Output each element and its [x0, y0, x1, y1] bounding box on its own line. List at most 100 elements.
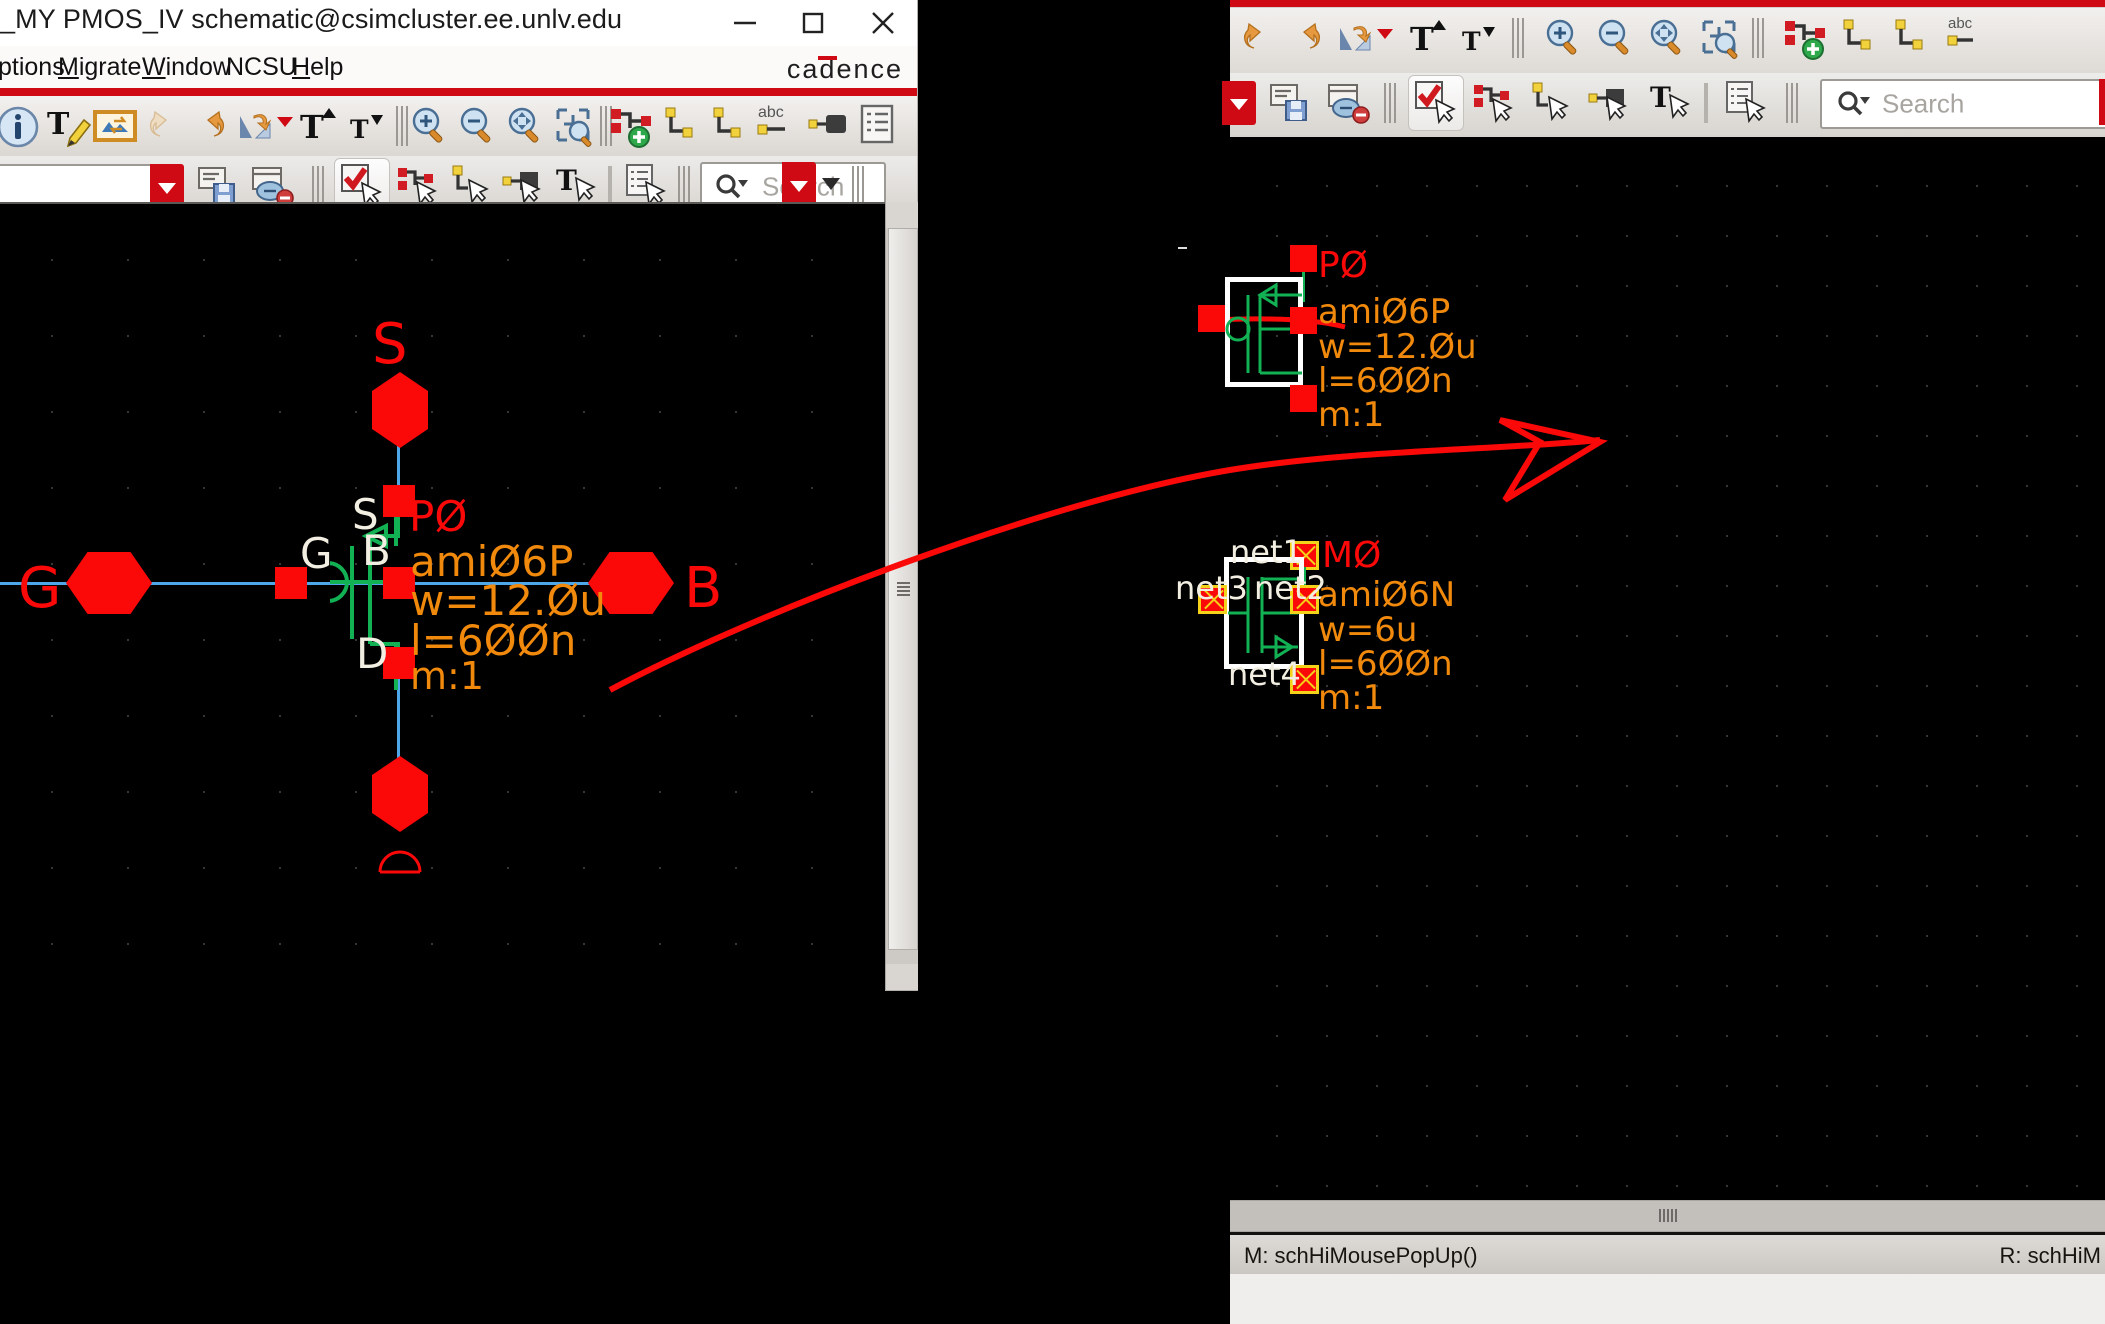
back-search-input[interactable]: Search: [1820, 79, 2105, 129]
back-nmos-net1-label[interactable]: net1: [1230, 533, 1303, 571]
hierarchy-add-icon[interactable]: [1782, 14, 1826, 60]
front-instance-label[interactable]: PØ: [409, 492, 467, 541]
front-multiplier-label[interactable]: m:1: [410, 654, 484, 698]
maximize-icon[interactable]: [778, 0, 847, 46]
terminal-label-B[interactable]: B: [684, 556, 722, 621]
back-nmos-net2-label[interactable]: net2: [1254, 569, 1327, 607]
rotate-dropdown-icon[interactable]: [1374, 22, 1396, 44]
back-pmos-multiplier-label[interactable]: m:1: [1318, 395, 1384, 435]
redo-icon[interactable]: [188, 104, 232, 148]
palette-icon[interactable]: [92, 104, 137, 148]
back-search-dropdown-icon[interactable]: [2099, 79, 2105, 125]
wire-icon[interactable]: [662, 104, 706, 148]
menu-ncsu[interactable]: NCSU: [226, 53, 297, 82]
pin-select-icon[interactable]: [1588, 79, 1632, 123]
zoom-in-icon[interactable]: [408, 104, 452, 148]
pmos-gate-pin[interactable]: [1198, 305, 1225, 332]
svg-text:T: T: [1650, 81, 1671, 114]
back-window: T T abc T Search PØ amiØ6P w=12.Øu l=6ØØ…: [1175, 0, 2105, 1324]
svg-text:T: T: [1462, 27, 1481, 56]
pin-label-drain[interactable]: D: [356, 629, 388, 678]
front-title-bar[interactable]: _MY PMOS_IV schematic@csimcluster.ee.unl…: [0, 0, 917, 46]
rotate-dropdown-icon[interactable]: [274, 110, 296, 132]
front-vertical-scrollbar[interactable]: [885, 202, 918, 990]
text-select-icon[interactable]: T: [554, 160, 598, 204]
discard-icon[interactable]: [1326, 79, 1370, 124]
hierarchy-select-icon[interactable]: [396, 162, 440, 207]
back-horizontal-scrollbar[interactable]: [1230, 1200, 2105, 1232]
combo-dropdown-icon[interactable]: [1222, 81, 1256, 125]
wire-select-icon[interactable]: [1530, 79, 1574, 123]
wire-select-icon[interactable]: [450, 162, 494, 206]
close-icon[interactable]: [848, 0, 917, 46]
abc-label-icon[interactable]: abc: [756, 100, 816, 144]
scroll-thumb[interactable]: [888, 228, 918, 950]
scroll-up-arrow[interactable]: [886, 202, 918, 228]
menu-options[interactable]: ptions: [0, 53, 65, 82]
terminal-label-G[interactable]: G: [18, 556, 61, 621]
undo-icon[interactable]: [142, 104, 186, 148]
front-menu-bar: ptions Migrate Window NCSU Help cadence: [0, 46, 917, 88]
pin-icon[interactable]: [808, 104, 852, 148]
check-select-icon[interactable]: [1412, 78, 1456, 125]
pin-label-bulk[interactable]: B: [362, 526, 391, 575]
zoom-area-icon[interactable]: [1698, 16, 1742, 60]
zoom-fit-icon[interactable]: [504, 104, 548, 148]
zoom-fit-icon[interactable]: [1646, 16, 1690, 60]
back-pmos-instance-label[interactable]: PØ: [1318, 245, 1368, 286]
hierarchy-select-icon[interactable]: [1472, 79, 1516, 124]
pin-select-icon[interactable]: [502, 162, 546, 206]
hierarchy-add-icon[interactable]: [608, 102, 652, 148]
discard-icon[interactable]: [250, 162, 294, 207]
zoom-out-icon[interactable]: [456, 104, 500, 148]
list-select-icon[interactable]: [1724, 79, 1768, 124]
zoom-in-icon[interactable]: [1542, 16, 1586, 60]
text-up-icon[interactable]: T: [1406, 12, 1450, 58]
back-nmos-instance-label[interactable]: MØ: [1322, 535, 1381, 576]
menu-help[interactable]: Help: [292, 53, 343, 82]
properties-icon[interactable]: [856, 102, 900, 146]
zoom-out-icon[interactable]: [1594, 16, 1638, 60]
menu-window[interactable]: Window: [142, 53, 231, 82]
back-status-bar: M: schHiMousePopUp() R: schHiM: [1230, 1232, 2105, 1277]
check-select-icon[interactable]: [338, 161, 382, 208]
text-select-icon[interactable]: T: [1648, 77, 1692, 121]
terminal-label-S[interactable]: S: [372, 312, 408, 377]
abc-label-icon[interactable]: abc: [1946, 12, 2016, 56]
text-up-icon[interactable]: T: [296, 100, 340, 146]
info-icon[interactable]: [0, 104, 39, 148]
pmos-source-pin[interactable]: [1290, 385, 1317, 412]
save-copy-icon[interactable]: [196, 162, 240, 206]
wire-name-icon[interactable]: [1892, 16, 1936, 60]
save-copy-icon[interactable]: [1268, 79, 1312, 123]
back-nmos-multiplier-label[interactable]: m:1: [1318, 678, 1384, 718]
back-nmos-net4-label[interactable]: net4: [1228, 655, 1301, 693]
wire-name-icon[interactable]: [710, 104, 754, 148]
list-select-icon[interactable]: [624, 162, 668, 207]
mirror-rotate-icon[interactable]: [1334, 16, 1378, 60]
menu-migrate[interactable]: Migrate: [58, 53, 141, 82]
pmos-bulk-pin[interactable]: [1290, 307, 1317, 334]
scroll-down-arrow[interactable]: [886, 964, 918, 990]
chevron-down-icon[interactable]: [818, 168, 844, 198]
pin-label-gate[interactable]: G: [300, 529, 333, 578]
pmos-drain-pin[interactable]: [1290, 245, 1317, 272]
wire-icon[interactable]: [1840, 16, 1884, 60]
back-nmos-model-label[interactable]: amiØ6N: [1318, 575, 1455, 615]
undo-icon[interactable]: [1236, 16, 1280, 60]
back-toolbar-row-1: T T abc: [1230, 8, 2105, 73]
back-nmos-net3-label[interactable]: net3: [1175, 569, 1248, 607]
back-pmos-model-label[interactable]: amiØ6P: [1318, 292, 1450, 332]
toolbar-separator: [1384, 83, 1398, 123]
zoom-area-icon[interactable]: [552, 104, 596, 148]
text-down-icon[interactable]: T: [1458, 18, 1502, 62]
minimize-icon[interactable]: [710, 0, 779, 46]
mirror-rotate-icon[interactable]: [234, 104, 278, 148]
toolbar-separator: [608, 166, 612, 206]
back-schematic-canvas[interactable]: PØ amiØ6P w=12.Øu l=6ØØn m:1 net1 net3 n…: [1175, 137, 2105, 1200]
front-schematic-canvas[interactable]: S G B S G B D PØ amiØ6P w=12.Øu l=6ØØn m…: [0, 202, 885, 992]
text-down-icon[interactable]: T: [346, 106, 390, 150]
status-mouse-middle: M: schHiMousePopUp(): [1244, 1243, 1478, 1268]
text-edit-icon[interactable]: T: [46, 102, 92, 148]
redo-icon[interactable]: [1284, 16, 1328, 60]
